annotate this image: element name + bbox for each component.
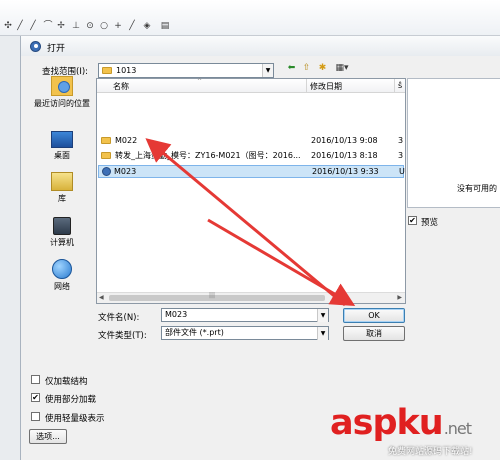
place-label: 网络 (54, 282, 70, 291)
folder-icon (101, 137, 111, 144)
place-library[interactable]: 库 (25, 172, 99, 220)
option-label: 使用轻量级表示 (45, 414, 105, 424)
chevron-down-icon[interactable]: ▼ (262, 64, 273, 77)
place-label: 计算机 (50, 238, 74, 247)
watermark-text: aspku (330, 403, 444, 443)
cancel-button[interactable]: 取消 (343, 326, 405, 341)
file-date: 2016/10/13 8:18 (311, 151, 378, 160)
view-menu-icon[interactable]: ▦▾ (333, 63, 351, 74)
crosshair-icon[interactable]: + (113, 21, 123, 31)
network-icon (52, 259, 72, 279)
layer-icon[interactable]: ▤ (160, 21, 170, 31)
place-label: 最近访问的位置 (34, 99, 90, 108)
line-tool-icon[interactable]: ╱ (15, 21, 25, 31)
column-divider[interactable] (306, 79, 307, 93)
scroll-right-icon[interactable]: ▶ (397, 294, 402, 301)
part-file-icon (102, 167, 111, 176)
preview-pane: 没有可用的 (407, 78, 500, 208)
column-more[interactable]: ŝ (398, 81, 402, 90)
library-icon (51, 172, 73, 191)
option-label: 使用部分加载 (45, 395, 97, 405)
preview-label: 预览 (421, 218, 439, 228)
line-tool-icon[interactable]: ╱ (28, 21, 38, 31)
scrollbar-thumb[interactable] (109, 292, 325, 301)
folder-icon (101, 152, 111, 159)
place-recent[interactable]: 最近访问的位置 (25, 76, 99, 124)
preview-empty-text: 没有可用的 (457, 184, 497, 193)
computer-icon (53, 217, 71, 235)
option-checkbox-lightweight[interactable] (31, 412, 40, 421)
chevron-down-icon[interactable]: ▼ (317, 327, 328, 340)
app-toolbar: ✣ ╱ ╱ ⌒ ✢ ⊥ ⊙ ○ + ╱ ◈ ▤ (0, 0, 500, 36)
places-bar: 最近访问的位置 桌面 库 计算机 网络 (25, 76, 99, 338)
horizontal-scrollbar[interactable]: ◀ ▶ (97, 292, 405, 303)
line-tool-icon[interactable]: ╱ (127, 21, 137, 31)
file-extra: 3 (398, 136, 404, 145)
snap-grid-icon[interactable]: ✣ (3, 21, 13, 31)
file-row[interactable]: 转发_上海资勤_模号：ZY16-M021（图号：2016... 2016/10/… (98, 150, 404, 163)
folder-icon (102, 67, 112, 74)
options-button[interactable]: 选项... (29, 429, 67, 444)
recent-places-icon (51, 76, 73, 96)
nx-app-icon (30, 41, 41, 52)
file-name: M023 (114, 167, 137, 176)
option-label: 仅加载结构 (45, 377, 88, 387)
look-in-combo[interactable]: 1013 ▼ (98, 63, 274, 78)
place-computer[interactable]: 计算机 (25, 217, 99, 265)
file-extra: 3 (398, 151, 404, 160)
back-arrow-icon[interactable]: ⬅ (286, 63, 297, 74)
place-label: 库 (58, 194, 66, 203)
file-extra: U (399, 167, 405, 176)
file-list[interactable]: 名称 ^ 修改日期 ŝ M022 2016/10/13 9:08 3 转发_上海… (96, 78, 406, 304)
file-date: 2016/10/13 9:08 (311, 136, 378, 145)
watermark-tld: .net (443, 419, 472, 438)
option-checkbox-partial-load[interactable]: ✔ (31, 393, 40, 402)
option-checkbox-structure[interactable] (31, 375, 40, 384)
watermark-logo: aspku.net (330, 403, 472, 443)
dialog-title: 打开 (47, 44, 66, 54)
new-folder-icon[interactable]: ✱ (317, 63, 328, 74)
point-tool-icon[interactable]: ✢ (56, 21, 66, 31)
look-in-value: 1013 (116, 66, 137, 75)
circle-tool-icon[interactable]: ○ (99, 21, 109, 31)
file-row[interactable]: M022 2016/10/13 9:08 3 (98, 135, 404, 148)
perpendicular-icon[interactable]: ⊥ (71, 21, 81, 31)
filetype-value: 部件文件 (*.prt) (165, 328, 224, 337)
watermark-subtext: 免费网站源码下载站! (388, 447, 473, 457)
sort-up-icon: ^ (197, 78, 203, 85)
column-divider[interactable] (394, 79, 395, 93)
preview-checkbox[interactable]: ✔ (408, 216, 417, 225)
chevron-down-icon[interactable]: ▼ (317, 309, 328, 322)
file-name: M022 (115, 136, 138, 145)
filename-input[interactable]: M023 ▼ (161, 308, 329, 322)
scroll-left-icon[interactable]: ◀ (99, 294, 104, 301)
desktop-icon (51, 131, 73, 148)
file-name: 转发_上海资勤_模号：ZY16-M021（图号：2016... (115, 151, 301, 160)
ok-button[interactable]: OK (343, 308, 405, 323)
place-label: 桌面 (54, 151, 70, 160)
dialog-titlebar: 打开 (21, 36, 500, 56)
place-network[interactable]: 网络 (25, 259, 99, 307)
center-circle-icon[interactable]: ⊙ (85, 21, 95, 31)
sketch-icon[interactable]: ◈ (142, 21, 152, 31)
filename-label: 文件名(N): (98, 313, 140, 323)
file-date: 2016/10/13 9:33 (312, 167, 379, 176)
filetype-select[interactable]: 部件文件 (*.prt) ▼ (161, 326, 329, 340)
column-date[interactable]: 修改日期 (310, 81, 342, 92)
column-name[interactable]: 名称 (113, 81, 129, 92)
filetype-label: 文件类型(T): (98, 331, 147, 341)
file-list-header: 名称 ^ 修改日期 ŝ (97, 78, 405, 93)
arc-tool-icon[interactable]: ⌒ (43, 21, 53, 31)
filename-value: M023 (165, 310, 188, 319)
up-folder-icon[interactable]: ⇧ (301, 63, 312, 74)
open-dialog: 打开 查找范围(I): 1013 ▼ ⬅ ⇧ ✱ ▦▾ 最近访问的位置 桌面 库… (20, 36, 500, 460)
file-row-selected[interactable]: M023 2016/10/13 9:33 U (98, 165, 405, 178)
